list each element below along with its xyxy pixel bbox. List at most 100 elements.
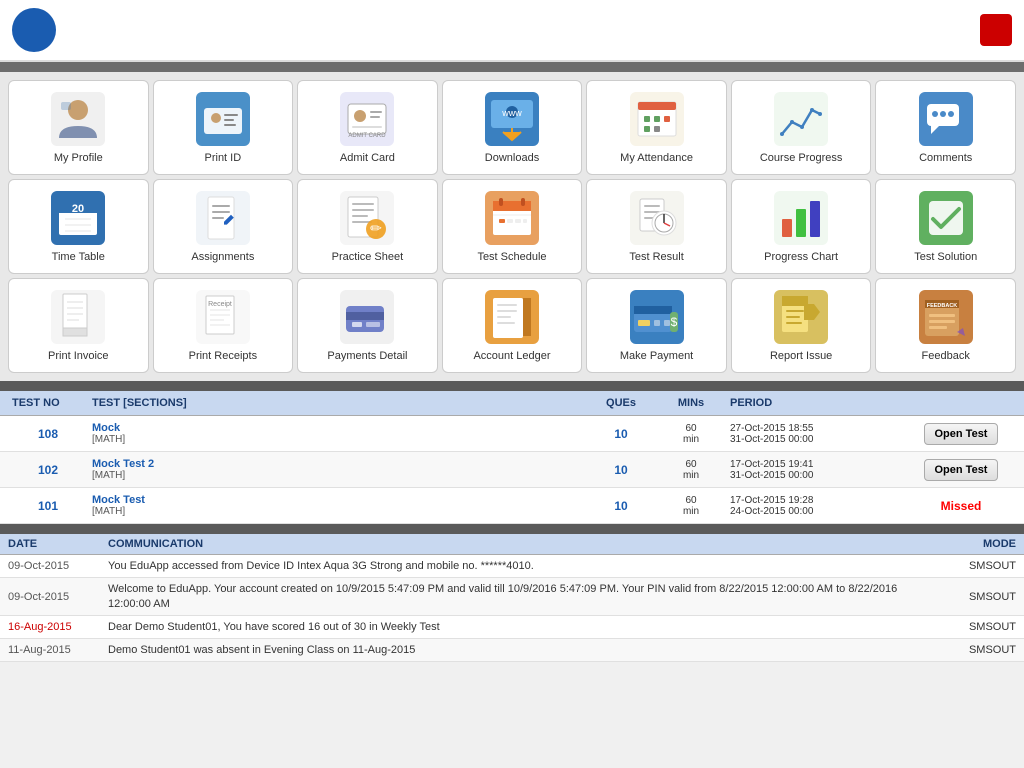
- print-receipts-icon: Receipt: [196, 290, 250, 344]
- icon-my-attendance[interactable]: My Attendance: [586, 80, 727, 175]
- icon-payments-detail[interactable]: Payments Detail: [297, 278, 438, 373]
- open-test-button[interactable]: Open Test: [924, 459, 999, 481]
- notif-message: Demo Student01 was absent in Evening Cla…: [108, 643, 926, 657]
- make-payment-icon: $: [630, 290, 684, 344]
- test-action: Open Test: [906, 457, 1016, 483]
- open-test-button[interactable]: Open Test: [924, 423, 999, 445]
- table-row: 102Mock Test 2[MATH]1060min17-Oct-2015 1…: [0, 452, 1024, 488]
- icon-test-schedule-icon[interactable]: Test Schedule: [442, 179, 583, 274]
- admit-card-icon: ADMIT CARD: [340, 92, 394, 146]
- col-mins: MINs: [656, 395, 726, 411]
- col-action: [906, 395, 1016, 411]
- notifications-table: DATE COMMUNICATION MODE 09-Oct-2015You E…: [0, 534, 1024, 662]
- icon-practice-sheet[interactable]: ✏Practice Sheet: [297, 179, 438, 274]
- print-id-icon: [196, 92, 250, 146]
- my-profile-icon: [51, 92, 105, 146]
- col-communication: COMMUNICATION: [108, 538, 926, 550]
- test-ques: 10: [586, 497, 656, 515]
- progress-chart-label: Progress Chart: [764, 251, 838, 264]
- col-mode: MODE: [926, 538, 1016, 550]
- col-date: DATE: [8, 538, 108, 550]
- notif-message: Dear Demo Student01, You have scored 16 …: [108, 620, 926, 634]
- notif-mode: SMSOUT: [926, 644, 1016, 656]
- icon-time-table[interactable]: 20 Time Table: [8, 179, 149, 274]
- make-payment-label: Make Payment: [620, 350, 693, 363]
- my-attendance-label: My Attendance: [620, 152, 693, 165]
- notif-rows-container: 09-Oct-2015You EduApp accessed from Devi…: [0, 555, 1024, 662]
- notif-mode: SMSOUT: [926, 560, 1016, 572]
- icon-assignments[interactable]: Assignments: [153, 179, 294, 274]
- col-test-no: TEST NO: [8, 395, 88, 411]
- table-row: 108Mock[MATH]1060min27-Oct-2015 18:5531-…: [0, 416, 1024, 452]
- icon-downloads[interactable]: wwwDownloads: [442, 80, 583, 175]
- icon-report-issue[interactable]: Report Issue: [731, 278, 872, 373]
- list-item: 09-Oct-2015Welcome to EduApp. Your accou…: [0, 578, 1024, 616]
- my-profile-label: My Profile: [54, 152, 103, 165]
- icon-print-id[interactable]: Print ID: [153, 80, 294, 175]
- icon-print-receipts[interactable]: Receipt Print Receipts: [153, 278, 294, 373]
- test-mins: 60min: [656, 457, 726, 483]
- feedback-icon: FEEDBACK: [919, 290, 973, 344]
- icon-comments[interactable]: Comments: [875, 80, 1016, 175]
- icon-make-payment[interactable]: $ Make Payment: [586, 278, 727, 373]
- icon-grid: My ProfilePrint IDADMIT CARDAdmit Cardww…: [0, 72, 1024, 381]
- test-schedule-column-headers: TEST NO TEST [SECTIONS] QUEs MINs PERIOD: [0, 391, 1024, 416]
- icon-progress-chart[interactable]: Progress Chart: [731, 179, 872, 274]
- svg-text:$: $: [670, 315, 677, 329]
- icon-test-result[interactable]: Test Result: [586, 179, 727, 274]
- notifications-column-headers: DATE COMMUNICATION MODE: [0, 534, 1024, 555]
- list-item: 11-Aug-2015Demo Student01 was absent in …: [0, 639, 1024, 662]
- icon-account-ledger[interactable]: Account Ledger: [442, 278, 583, 373]
- svg-text:www: www: [501, 108, 522, 118]
- my-attendance-icon: [630, 92, 684, 146]
- course-progress-label: Course Progress: [760, 152, 843, 165]
- notif-message: You EduApp accessed from Device ID Intex…: [108, 559, 926, 573]
- test-mins: 60min: [656, 421, 726, 447]
- header: [0, 0, 1024, 62]
- col-ques: QUEs: [586, 395, 656, 411]
- test-mins: 60min: [656, 493, 726, 519]
- assignments-icon: [196, 191, 250, 245]
- test-period: 17-Oct-2015 19:4131-Oct-2015 00:00: [726, 457, 906, 483]
- course-progress-icon: [774, 92, 828, 146]
- payments-detail-label: Payments Detail: [327, 350, 407, 363]
- test-name: Mock Test[MATH]: [88, 492, 586, 519]
- test-action: Missed: [906, 497, 1016, 515]
- icon-print-invoice[interactable]: Print Invoice: [8, 278, 149, 373]
- test-no: 102: [8, 461, 88, 479]
- notif-mode: SMSOUT: [926, 621, 1016, 633]
- payments-detail-icon: [340, 290, 394, 344]
- icon-my-profile[interactable]: My Profile: [8, 80, 149, 175]
- report-issue-icon: [774, 290, 828, 344]
- icon-test-solution[interactable]: Test Solution: [875, 179, 1016, 274]
- notif-mode: SMSOUT: [926, 591, 1016, 603]
- test-schedule-icon-label: Test Schedule: [477, 251, 546, 264]
- downloads-icon: www: [485, 92, 539, 146]
- col-period: PERIOD: [726, 395, 906, 411]
- test-schedule-icon-icon: [485, 191, 539, 245]
- notif-date: 09-Oct-2015: [8, 560, 108, 572]
- dashboard-bar: [0, 62, 1024, 72]
- test-rows-container: 108Mock[MATH]1060min27-Oct-2015 18:5531-…: [0, 416, 1024, 524]
- svg-text:20: 20: [72, 203, 84, 215]
- icon-course-progress[interactable]: Course Progress: [731, 80, 872, 175]
- test-ques: 10: [586, 461, 656, 479]
- notif-date: 16-Aug-2015: [8, 621, 108, 633]
- icon-admit-card[interactable]: ADMIT CARDAdmit Card: [297, 80, 438, 175]
- header-left: [12, 8, 66, 52]
- test-solution-icon: [919, 191, 973, 245]
- account-ledger-label: Account Ledger: [473, 350, 550, 363]
- report-issue-label: Report Issue: [770, 350, 832, 363]
- icon-feedback[interactable]: FEEDBACKFeedback: [875, 278, 1016, 373]
- test-name: Mock Test 2[MATH]: [88, 456, 586, 483]
- list-item: 16-Aug-2015Dear Demo Student01, You have…: [0, 616, 1024, 639]
- power-button[interactable]: [980, 14, 1012, 46]
- test-action: Open Test: [906, 421, 1016, 447]
- svg-text:ADMIT CARD: ADMIT CARD: [349, 133, 387, 139]
- time-table-label: Time Table: [52, 251, 105, 264]
- test-name: Mock[MATH]: [88, 420, 586, 447]
- print-receipts-label: Print Receipts: [189, 350, 257, 363]
- test-no: 108: [8, 425, 88, 443]
- test-result-label: Test Result: [629, 251, 683, 264]
- comments-label: Comments: [919, 152, 972, 165]
